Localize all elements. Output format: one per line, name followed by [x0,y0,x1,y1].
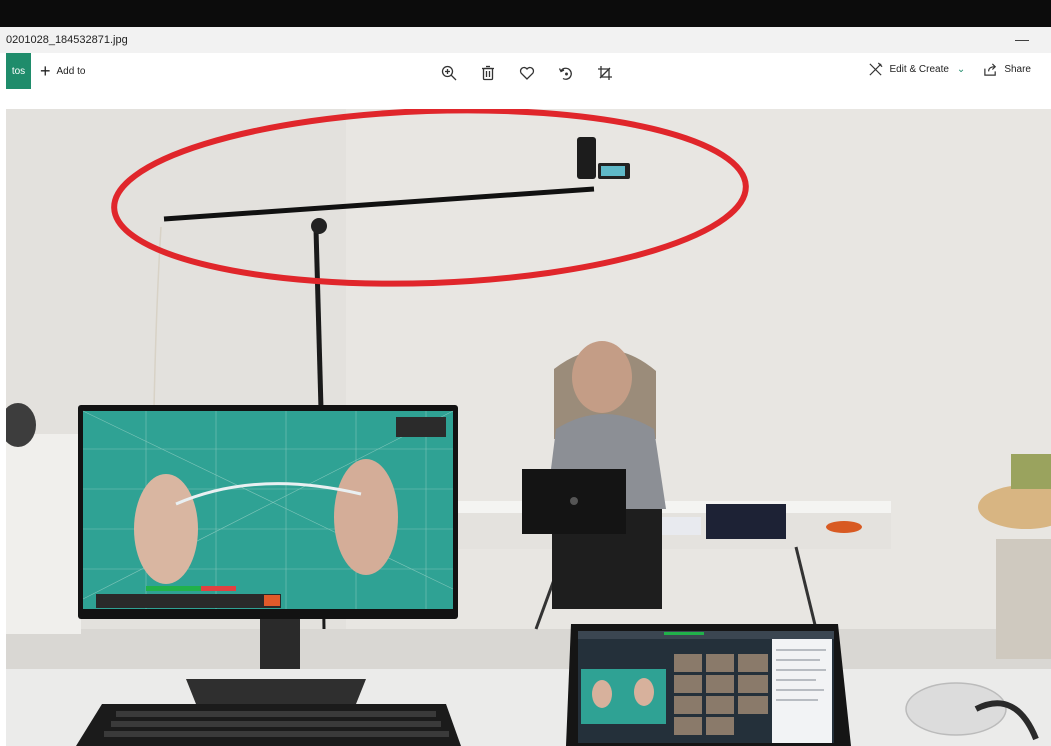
edit-create-icon [869,62,883,76]
photo-canvas [6,109,1051,746]
favorite-button[interactable] [516,62,538,84]
rotate-button[interactable] [555,62,577,84]
app-tab-label: tos [11,65,26,77]
window-top-bar [0,0,1051,27]
edit-create-button[interactable]: Edit & Create ⌄ [868,62,965,77]
share-button[interactable]: Share [983,62,1031,77]
heart-icon [519,66,535,80]
title-bar: 0201028_184532871.jpg — [0,27,1051,53]
delete-icon [482,65,494,81]
share-label: Share [1004,64,1031,75]
chevron-down-icon: ⌄ [956,64,966,75]
minimize-button[interactable]: — [1015,31,1029,47]
zoom-in-icon [441,65,457,81]
app-tab[interactable]: tos [6,53,31,89]
delete-button[interactable] [477,62,499,84]
add-to-button[interactable]: + Add to [40,62,85,80]
photo-toolbar: tos + Add to Edit & Create ⌄ Share [0,53,1051,109]
edit-create-label: Edit & Create [889,64,949,75]
file-name: 0201028_184532871.jpg [6,34,128,46]
add-to-label: Add to [56,65,86,77]
crop-icon [598,66,612,80]
photo-image [6,109,1051,746]
crop-button[interactable] [594,62,616,84]
rotate-icon [558,67,572,80]
plus-icon: + [40,61,51,81]
share-icon [984,63,997,76]
zoom-in-button[interactable] [438,62,460,84]
